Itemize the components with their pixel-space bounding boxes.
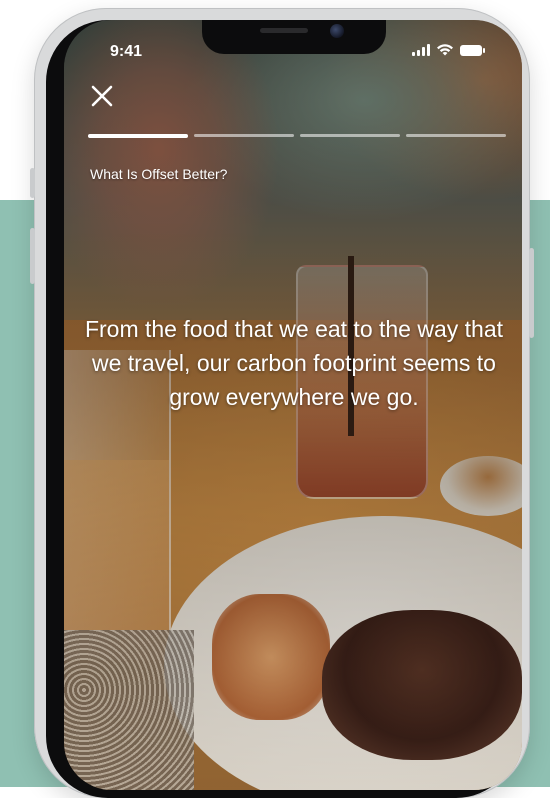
- phone-screen: 9:41 What Is Offset Better? From the foo…: [64, 20, 522, 790]
- front-camera: [330, 24, 344, 38]
- progress-segment-2: [194, 134, 294, 137]
- power-button: [529, 248, 534, 338]
- speaker-grille: [260, 28, 308, 33]
- close-button[interactable]: [88, 82, 116, 110]
- signal-icon: [412, 44, 430, 56]
- progress-segment-3: [300, 134, 400, 137]
- wifi-icon: [437, 44, 453, 56]
- status-icons: [412, 44, 485, 56]
- progress-segment-4: [406, 134, 506, 137]
- close-icon: [91, 85, 113, 107]
- story-progress: [88, 134, 506, 138]
- status-time: 9:41: [110, 43, 143, 60]
- story-title: What Is Offset Better?: [90, 166, 228, 182]
- volume-up-button: [30, 228, 35, 284]
- phone-notch: [202, 20, 386, 54]
- battery-icon: [460, 45, 485, 56]
- story-body-text: From the food that we eat to the way tha…: [84, 316, 504, 410]
- progress-segment-1: [88, 134, 188, 138]
- mute-switch: [30, 168, 35, 198]
